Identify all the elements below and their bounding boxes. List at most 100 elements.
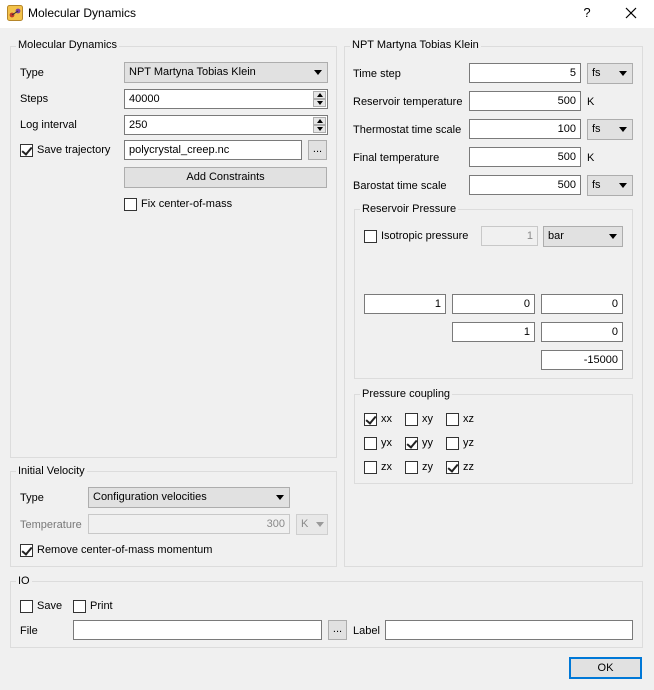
pressure-unit-select[interactable]: bar	[543, 226, 623, 247]
thermostat-time-scale-input[interactable]: 100	[469, 119, 581, 139]
io-file-label: File	[20, 625, 38, 637]
remove-com-label: Remove center-of-mass momentum	[37, 544, 213, 556]
final-temperature-label: Final temperature	[353, 152, 440, 164]
trajectory-file-input[interactable]: polycrystal_creep.nc	[124, 140, 302, 160]
pressure-yy-input[interactable]: 1	[452, 322, 535, 342]
pressure-coupling-group	[354, 394, 633, 484]
pressure-coupling-group-title: Pressure coupling	[360, 388, 453, 400]
spin-down-icon[interactable]	[313, 125, 326, 133]
coupling-zz-checkbox[interactable]	[446, 461, 459, 474]
initial-velocity-group-title: Initial Velocity	[16, 465, 87, 477]
thermostat-unit-select[interactable]: fs	[587, 119, 633, 140]
trajectory-browse-button[interactable]: ...	[308, 140, 327, 160]
fix-com-checkbox[interactable]	[124, 198, 137, 211]
save-trajectory-label: Save trajectory	[37, 144, 111, 156]
remove-com-checkbox[interactable]	[20, 544, 33, 557]
pressure-xy-input[interactable]: 0	[452, 294, 535, 314]
coupling-yx-label: yx	[381, 437, 392, 449]
coupling-yz-label: yz	[463, 437, 474, 449]
coupling-yy-label: yy	[422, 437, 433, 449]
close-button[interactable]	[616, 3, 646, 23]
temperature-unit-value: K	[301, 518, 309, 530]
coupling-xx-label: xx	[381, 413, 392, 425]
pressure-xx-input[interactable]: 1	[364, 294, 446, 314]
pressure-xz-input[interactable]: 0	[541, 294, 623, 314]
npt-group-title: NPT Martyna Tobias Klein	[350, 39, 481, 51]
coupling-xx-checkbox[interactable]	[364, 413, 377, 426]
chevron-down-icon	[619, 183, 627, 188]
io-print-label: Print	[90, 600, 113, 612]
reservoir-pressure-group-title: Reservoir Pressure	[360, 203, 459, 215]
io-label-label: Label	[353, 625, 380, 637]
steps-value: 40000	[129, 93, 160, 105]
io-label-input[interactable]	[385, 620, 633, 640]
steps-spinbox[interactable]: 40000	[124, 89, 328, 109]
pressure-unit-value: bar	[548, 230, 564, 242]
velocity-type-label: Type	[20, 492, 44, 504]
coupling-zz-label: zz	[463, 461, 474, 473]
pressure-yz-input[interactable]: 0	[541, 322, 623, 342]
coupling-xy-label: xy	[422, 413, 433, 425]
reservoir-temperature-input[interactable]: 500	[469, 91, 581, 111]
final-temperature-input[interactable]: 500	[469, 147, 581, 167]
coupling-yz-checkbox[interactable]	[446, 437, 459, 450]
io-group-title: IO	[16, 575, 32, 587]
molecular-dynamics-group-title: Molecular Dynamics	[16, 39, 120, 51]
velocity-type-select[interactable]: Configuration velocities	[88, 487, 290, 508]
chevron-down-icon	[609, 234, 617, 239]
save-trajectory-checkbox[interactable]	[20, 144, 33, 157]
spin-up-icon[interactable]	[313, 91, 326, 99]
add-constraints-button[interactable]: Add Constraints	[124, 167, 327, 188]
md-type-select[interactable]: NPT Martyna Tobias Klein	[124, 62, 328, 83]
log-interval-spinner[interactable]	[313, 117, 326, 133]
chevron-down-icon	[314, 70, 322, 75]
isotropic-pressure-label: Isotropic pressure	[381, 230, 469, 242]
io-save-checkbox[interactable]	[20, 600, 33, 613]
pressure-zz-input[interactable]: -15000	[541, 350, 623, 370]
thermostat-unit-value: fs	[592, 123, 601, 135]
isotropic-pressure-input: 1	[481, 226, 538, 246]
chevron-down-icon	[619, 127, 627, 132]
chevron-down-icon	[619, 71, 627, 76]
reservoir-temperature-label: Reservoir temperature	[353, 96, 463, 108]
io-file-input[interactable]	[73, 620, 322, 640]
coupling-zy-checkbox[interactable]	[405, 461, 418, 474]
coupling-yx-checkbox[interactable]	[364, 437, 377, 450]
md-type-value: NPT Martyna Tobias Klein	[129, 66, 256, 78]
final-temperature-unit: K	[587, 152, 595, 164]
help-button[interactable]: ?	[576, 3, 598, 23]
velocity-type-value: Configuration velocities	[93, 491, 207, 503]
barostat-time-scale-input[interactable]: 500	[469, 175, 581, 195]
coupling-xz-label: xz	[463, 413, 474, 425]
barostat-unit-select[interactable]: fs	[587, 175, 633, 196]
chevron-down-icon	[316, 522, 324, 527]
app-icon	[7, 5, 23, 21]
time-step-label: Time step	[353, 68, 401, 80]
barostat-unit-value: fs	[592, 179, 601, 191]
barostat-time-scale-label: Barostat time scale	[353, 180, 447, 192]
coupling-zx-checkbox[interactable]	[364, 461, 377, 474]
reservoir-temperature-unit: K	[587, 96, 595, 108]
spin-up-icon[interactable]	[313, 117, 326, 125]
time-step-unit-select[interactable]: fs	[587, 63, 633, 84]
coupling-xy-checkbox[interactable]	[405, 413, 418, 426]
coupling-xz-checkbox[interactable]	[446, 413, 459, 426]
temperature-label: Temperature	[20, 519, 82, 531]
steps-label: Steps	[20, 93, 49, 105]
spin-down-icon[interactable]	[313, 99, 326, 107]
coupling-yy-checkbox[interactable]	[405, 437, 418, 450]
time-step-input[interactable]: 5	[469, 63, 581, 83]
time-step-unit-value: fs	[592, 67, 601, 79]
ok-button[interactable]: OK	[569, 657, 642, 679]
log-interval-value: 250	[129, 119, 148, 131]
isotropic-pressure-checkbox[interactable]	[364, 230, 377, 243]
md-type-label: Type	[20, 67, 44, 79]
coupling-zx-label: zx	[381, 461, 392, 473]
io-save-label: Save	[37, 600, 63, 612]
io-print-checkbox[interactable]	[73, 600, 86, 613]
steps-spinner[interactable]	[313, 91, 326, 107]
fix-com-label: Fix center-of-mass	[141, 198, 233, 210]
log-interval-spinbox[interactable]: 250	[124, 115, 328, 135]
temperature-unit-select: K	[296, 514, 328, 535]
io-file-browse-button[interactable]: ...	[328, 620, 347, 640]
